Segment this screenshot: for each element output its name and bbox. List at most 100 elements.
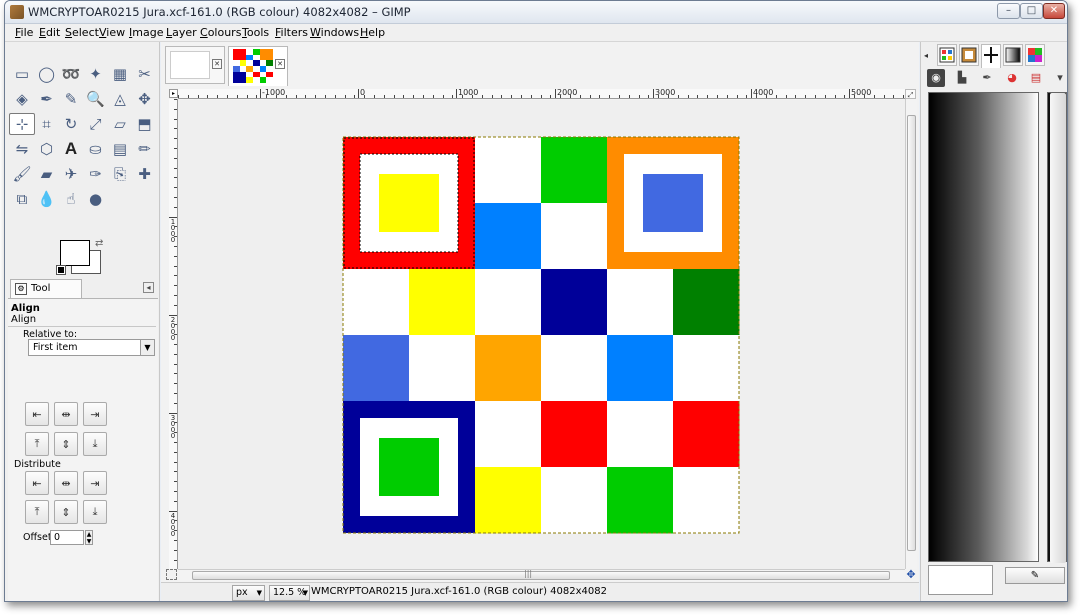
undo-history-icon[interactable]: ▤: [1027, 69, 1045, 87]
canvas-viewport[interactable]: [178, 100, 905, 569]
cage-tool-icon[interactable]: ⬡: [34, 138, 60, 160]
horizontal-scrollbar[interactable]: |||: [178, 569, 905, 581]
colours-icon[interactable]: ◕: [1003, 69, 1021, 87]
move-tool-icon[interactable]: ✥: [132, 88, 158, 110]
menu-view[interactable]: View: [99, 26, 125, 39]
blend-tool-icon[interactable]: ▤: [107, 138, 133, 160]
menu-filters[interactable]: Filters: [275, 26, 308, 39]
image-tab-untitled[interactable]: ✕: [165, 46, 225, 84]
colour-picker-tool-icon[interactable]: ✎: [58, 88, 84, 110]
tab-patterns[interactable]: [937, 44, 957, 66]
foreground-colour-swatch[interactable]: [60, 240, 90, 266]
channels-icon[interactable]: ▙: [953, 69, 971, 87]
eraser-tool-icon[interactable]: ▰: [34, 163, 60, 185]
panel-menu-icon[interactable]: ◂: [143, 282, 154, 293]
maximize-button[interactable]: □: [1020, 3, 1043, 19]
scale-tool-icon[interactable]: ⤢: [83, 113, 109, 135]
default-colours-icon[interactable]: [56, 265, 66, 275]
canvas-image[interactable]: [178, 100, 905, 569]
ellipse-select-tool-icon[interactable]: ◯: [34, 63, 60, 85]
vertical-scroll-thumb[interactable]: [907, 115, 916, 551]
quick-mask-menu-icon[interactable]: ▸: [169, 89, 178, 98]
clone-tool-icon[interactable]: ⎘: [107, 163, 133, 185]
horizontal-ruler[interactable]: -1000 0 1000 2000 3000 4000 5000: [178, 89, 905, 99]
flip-tool-icon[interactable]: ⇋: [9, 138, 35, 160]
menu-select[interactable]: Select: [65, 26, 99, 39]
rotate-tool-icon[interactable]: ↻: [58, 113, 84, 135]
tab-palettes[interactable]: [1025, 44, 1045, 66]
scissors-tool-icon[interactable]: ✂: [132, 63, 158, 85]
menu-layer[interactable]: Layer: [166, 26, 197, 39]
quick-mask-toggle[interactable]: [166, 569, 177, 580]
dodge-burn-tool-icon[interactable]: ●: [83, 188, 109, 210]
dock-menu-icon[interactable]: ◂: [924, 51, 933, 60]
align-tool-icon[interactable]: ⊹: [9, 113, 35, 135]
dock-scroll-thumb[interactable]: [1050, 93, 1066, 563]
zoom-dropdown[interactable]: 12.5 % ▼: [269, 585, 310, 601]
tab-gradients[interactable]: [1003, 44, 1023, 66]
align-left-button[interactable]: ⇤: [25, 402, 49, 426]
close-tab-icon[interactable]: ✕: [212, 59, 222, 69]
fg-bg-colour-area[interactable]: ⇄: [56, 238, 107, 278]
close-button[interactable]: ✕: [1043, 3, 1065, 19]
image-tab-jura[interactable]: ✕: [228, 46, 288, 86]
perspective-clone-tool-icon[interactable]: ⧉: [9, 188, 35, 210]
heal-tool-icon[interactable]: ✚: [132, 163, 158, 185]
gradient-preview[interactable]: [928, 92, 1039, 562]
ink-tool-icon[interactable]: ✑: [83, 163, 109, 185]
menu-file[interactable]: File: [15, 26, 33, 39]
menu-tools[interactable]: Tools: [242, 26, 269, 39]
layers-icon[interactable]: ◉: [927, 69, 945, 87]
free-select-tool-icon[interactable]: ➿: [58, 63, 84, 85]
more-tabs-icon[interactable]: ▾: [1051, 69, 1067, 87]
align-vcenter-button[interactable]: ⇕: [54, 432, 78, 456]
align-right-button[interactable]: ⇥: [83, 402, 107, 426]
zoom-tool-icon[interactable]: 🔍: [83, 88, 109, 110]
paths-icon[interactable]: ✒: [978, 69, 996, 87]
distribute-vcenter-button[interactable]: ⇕: [54, 500, 78, 524]
tab-tool-options[interactable]: ⚙ Tool Options: [10, 279, 82, 311]
paths-tool-icon[interactable]: ✒: [34, 88, 60, 110]
offset-field[interactable]: 0: [50, 530, 84, 545]
navigate-icon[interactable]: ✥: [905, 569, 917, 581]
swap-colours-icon[interactable]: ⇄: [95, 238, 103, 249]
menu-colours[interactable]: Colours: [200, 26, 241, 39]
text-tool-icon[interactable]: A: [58, 138, 84, 160]
align-hcenter-button[interactable]: ⇹: [54, 402, 78, 426]
distribute-left-button[interactable]: ⇤: [25, 471, 49, 495]
dock-scrollbar[interactable]: [1047, 92, 1067, 563]
horizontal-scroll-thumb[interactable]: [192, 571, 890, 580]
unit-dropdown[interactable]: px ▼: [232, 585, 265, 601]
distribute-top-button[interactable]: ⤒: [25, 500, 49, 524]
align-top-button[interactable]: ⤒: [25, 432, 49, 456]
close-tab-icon[interactable]: ✕: [275, 59, 285, 69]
measure-tool-icon[interactable]: ◬: [107, 88, 133, 110]
bucket-fill-tool-icon[interactable]: ⛀: [83, 138, 109, 160]
brush-preview[interactable]: [928, 565, 993, 595]
tab-brushes[interactable]: [959, 44, 979, 66]
relative-to-dropdown[interactable]: First item ▼: [28, 339, 155, 356]
offset-stepper[interactable]: ▲ ▼: [85, 530, 93, 545]
rect-select-tool-icon[interactable]: ▭: [9, 63, 35, 85]
paintbrush-tool-icon[interactable]: 🖌: [9, 163, 35, 185]
blur-tool-icon[interactable]: 💧: [34, 188, 60, 210]
perspective-tool-icon[interactable]: ⬒: [132, 113, 158, 135]
align-bottom-button[interactable]: ⤓: [83, 432, 107, 456]
zoom-image-when-window-size-changes-icon[interactable]: ⤢: [905, 89, 916, 99]
foreground-select-tool-icon[interactable]: ◈: [9, 88, 35, 110]
edit-button[interactable]: ✎: [1005, 567, 1065, 584]
vertical-ruler[interactable]: 1000 2000 3000 4000: [169, 99, 178, 569]
airbrush-tool-icon[interactable]: ✈: [58, 163, 84, 185]
select-by-colour-tool-icon[interactable]: ▦: [107, 63, 133, 85]
menu-help[interactable]: Help: [360, 26, 385, 39]
menu-image[interactable]: Image: [129, 26, 163, 39]
crop-tool-icon[interactable]: ⌗: [34, 113, 60, 135]
distribute-hcenter-button[interactable]: ⇹: [54, 471, 78, 495]
minimize-button[interactable]: –: [997, 3, 1020, 19]
distribute-right-button[interactable]: ⇥: [83, 471, 107, 495]
shear-tool-icon[interactable]: ▱: [107, 113, 133, 135]
fuzzy-select-tool-icon[interactable]: ✦: [83, 63, 109, 85]
menu-edit[interactable]: Edit: [39, 26, 60, 39]
distribute-bottom-button[interactable]: ⤓: [83, 500, 107, 524]
menu-windows[interactable]: Windows: [310, 26, 359, 39]
